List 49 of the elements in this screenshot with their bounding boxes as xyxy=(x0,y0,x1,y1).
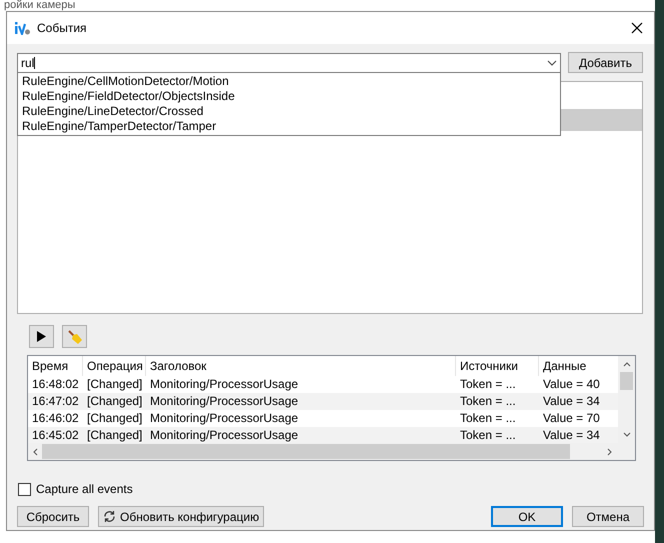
scrollbar-thumb[interactable] xyxy=(620,372,633,390)
dropdown-option[interactable]: RuleEngine/CellMotionDetector/Motion xyxy=(18,74,560,89)
table-cell-text: Value = 34 xyxy=(542,393,601,410)
checkbox-label: Capture all events xyxy=(36,481,133,498)
table-cell-text: Token = ... xyxy=(459,393,517,410)
table-cell-text: Token = ... xyxy=(459,410,517,427)
reset-button[interactable]: Сбросить xyxy=(17,506,89,527)
broom-icon xyxy=(66,328,82,344)
table-cell-text: Value = 34 xyxy=(542,427,601,443)
window-title: События xyxy=(37,20,87,37)
table-cell-text: Monitoring/ProcessorUsage xyxy=(149,427,300,443)
horizontal-scrollbar[interactable] xyxy=(28,443,635,460)
dropdown-option[interactable]: RuleEngine/TamperDetector/Tamper xyxy=(18,119,560,134)
table-cell-text: Monitoring/ProcessorUsage xyxy=(149,410,300,427)
refresh-icon xyxy=(103,510,116,523)
table-cell-text: Value = 40 xyxy=(542,376,601,393)
table-cell-text: 16:46:02 xyxy=(31,410,80,427)
table-cell-text: Monitoring/ProcessorUsage xyxy=(149,393,300,410)
event-combobox[interactable]: rul xyxy=(17,52,561,72)
dropdown-option[interactable]: RuleEngine/FieldDetector/ObjectsInside xyxy=(18,89,560,104)
refresh-config-button[interactable]: Обновить конфигурацию xyxy=(98,506,264,527)
scroll-right-icon[interactable] xyxy=(607,448,612,456)
table-cell-text: Monitoring/ProcessorUsage xyxy=(149,376,300,393)
scroll-down-icon[interactable] xyxy=(622,432,630,437)
cancel-button[interactable]: Отмена xyxy=(572,506,644,527)
table-cell-text: Token = ... xyxy=(459,427,517,443)
background-window-title: ройки камеры xyxy=(4,0,76,11)
table-cell-text: Token = ... xyxy=(459,376,517,393)
play-button[interactable] xyxy=(29,325,54,348)
scrollbar-thumb[interactable] xyxy=(42,444,570,459)
table-cell-text: 16:45:02 xyxy=(31,427,80,443)
scroll-left-icon[interactable] xyxy=(33,448,38,456)
table-cell-text: [Changed] xyxy=(86,376,144,393)
ok-button[interactable]: OK xyxy=(491,506,563,527)
table-cell-text: [Changed] xyxy=(86,410,144,427)
table-cell-text: Value = 70 xyxy=(542,410,601,427)
table-cell-text: [Changed] xyxy=(86,393,144,410)
vertical-scrollbar[interactable] xyxy=(618,356,635,443)
table-cell-text: 16:47:02 xyxy=(31,393,80,410)
close-icon[interactable] xyxy=(631,22,643,34)
capture-all-checkbox[interactable] xyxy=(18,482,31,496)
chevron-down-icon[interactable] xyxy=(547,60,557,66)
play-icon xyxy=(37,331,46,342)
table-cell-text: [Changed] xyxy=(86,427,144,443)
app-logo-icon xyxy=(15,21,31,35)
scroll-up-icon[interactable] xyxy=(622,362,630,367)
add-button[interactable]: Добавить xyxy=(568,52,643,73)
table-cell-text: 16:48:02 xyxy=(31,376,80,393)
dropdown-option[interactable]: RuleEngine/LineDetector/Crossed xyxy=(18,104,560,119)
